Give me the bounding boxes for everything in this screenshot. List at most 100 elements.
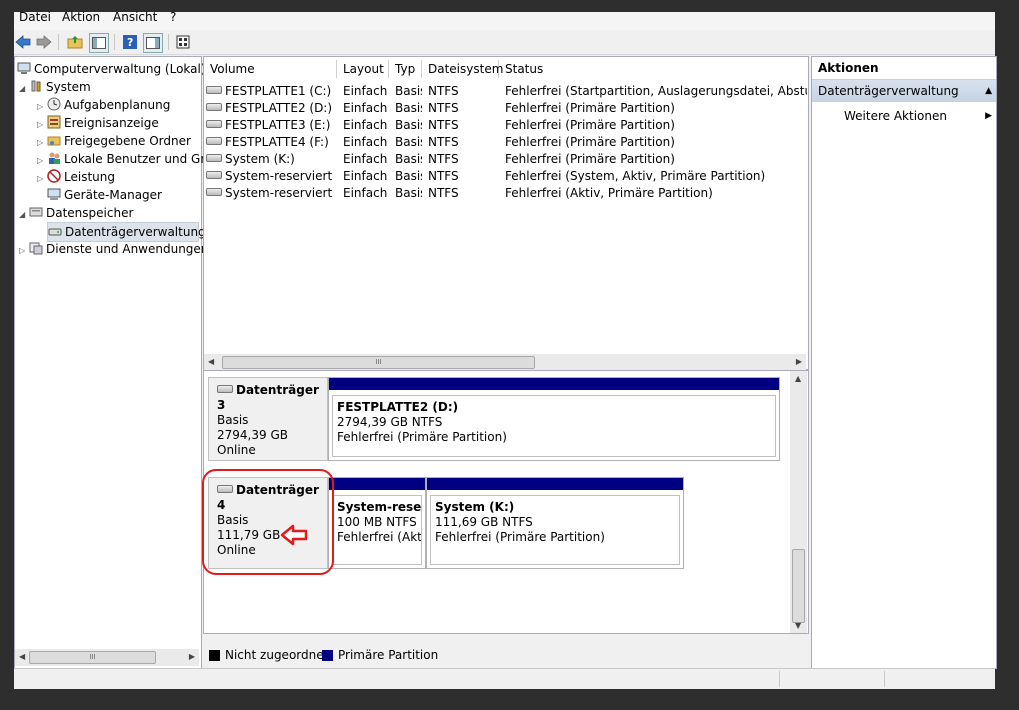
volume-name: FESTPLATTE3 (E:) — [225, 118, 331, 132]
partition-name: FESTPLATTE2 (D:) — [337, 400, 459, 414]
volume-list: Volume Layout Typ Dateisystem Status FES… — [203, 56, 809, 371]
scroll-right-arrow-icon[interactable]: ▶ — [796, 357, 802, 366]
partition-content: FESTPLATTE2 (D:) 2794,39 GB NTFS Fehlerf… — [332, 395, 776, 457]
menu-help[interactable]: ? — [170, 10, 176, 24]
show-hide-tree-icon[interactable] — [89, 33, 109, 53]
unallocated-swatch — [209, 650, 220, 661]
submenu-arrow-icon: ▶ — [985, 111, 992, 121]
volume-drive-icon — [206, 188, 222, 196]
dateisystem-cell: NTFS — [428, 169, 459, 183]
clock-icon — [47, 97, 61, 111]
volume-name: System-reserviert — [225, 169, 333, 183]
partition-system-k[interactable]: System (K:) 111,69 GB NTFS Fehlerfrei (P… — [426, 477, 684, 569]
scroll-left-arrow-icon[interactable]: ◀ — [19, 652, 25, 661]
show-hide-actions-icon[interactable] — [143, 33, 163, 53]
partition-festplatte2[interactable]: FESTPLATTE2 (D:) 2794,39 GB NTFS Fehlerf… — [328, 377, 780, 461]
partition-status: Fehlerfrei (Primäre Partition) — [435, 530, 605, 544]
properties-icon[interactable] — [174, 33, 192, 51]
volume-cell: FESTPLATTE1 (C:) — [206, 83, 337, 100]
scroll-left-arrow-icon[interactable]: ◀ — [208, 357, 214, 366]
disk-graphical-view: Datenträger 3 Basis 2794,39 GB Online FE… — [202, 370, 809, 634]
column-header-volume[interactable]: Volume — [204, 60, 337, 78]
tree-item-computerverwaltung[interactable]: Computerverwaltung (Lokal) — [17, 60, 206, 78]
tree-item-freigegebene-ordner[interactable]: ▷ Freigegebene Ordner — [37, 132, 191, 150]
layout-cell: Einfach — [343, 135, 388, 149]
tree-item-aufgabenplanung[interactable]: ▷ Aufgabenplanung — [37, 96, 170, 114]
primary-partition-bar — [329, 478, 425, 490]
status-cell: Fehlerfrei (Primäre Partition) — [505, 101, 675, 115]
partition-size: 111,69 GB NTFS — [435, 515, 533, 529]
tree-item-system[interactable]: ◢ System — [19, 78, 91, 96]
expanded-arrow-icon[interactable]: ◢ — [19, 206, 29, 224]
disk-management-icon — [48, 224, 62, 238]
layout-cell: Einfach — [343, 101, 388, 115]
dateisystem-cell: NTFS — [428, 101, 459, 115]
tree-label: Dienste und Anwendungen — [46, 242, 209, 256]
collapse-up-icon[interactable]: ▲ — [985, 80, 992, 102]
console-tree: Computerverwaltung (Lokal) ◢ System ▷ Aufg… — [14, 56, 213, 669]
action-weitere-aktionen[interactable]: Weitere Aktionen ▶ — [812, 105, 996, 127]
legend-unallocated: Nicht zugeordnet — [225, 648, 329, 662]
help-icon[interactable]: ? — [121, 33, 139, 51]
collapsed-arrow-icon[interactable]: ▷ — [19, 242, 29, 260]
legend-primary: Primäre Partition — [338, 648, 439, 662]
list-horizontal-scrollbar[interactable]: ◀ III ▶ — [204, 354, 806, 371]
tree-item-leistung[interactable]: ▷ Leistung — [37, 168, 115, 186]
layout-cell: Einfach — [343, 152, 388, 166]
back-icon[interactable] — [14, 33, 32, 51]
column-header-layout[interactable]: Layout — [337, 60, 389, 78]
tree-horizontal-scrollbar[interactable]: ◀ III ▶ — [15, 649, 199, 666]
primary-swatch — [322, 650, 333, 661]
tree-label: Computerverwaltung (Lokal) — [34, 62, 206, 76]
column-header-dateisystem[interactable]: Dateisystem — [422, 60, 503, 78]
layout-cell: Einfach — [343, 169, 388, 183]
forward-icon[interactable] — [35, 33, 53, 51]
dateisystem-cell: NTFS — [428, 84, 459, 98]
actions-section-datentraegerverwaltung[interactable]: Datenträgerverwaltung ▲ — [812, 80, 996, 102]
volume-drive-icon — [206, 154, 222, 162]
status-cell: Fehlerfrei (Primäre Partition) — [505, 118, 675, 132]
tree-label: Leistung — [64, 170, 115, 184]
shared-folder-icon — [47, 133, 61, 147]
tree-item-dienste[interactable]: ▷ Dienste und Anwendungen — [19, 240, 208, 258]
tree-item-geraete-manager[interactable]: Geräte-Manager — [47, 186, 162, 204]
status-divider — [779, 671, 780, 687]
menu-datei[interactable]: Datei — [19, 10, 51, 24]
tree-item-ereignisanzeige[interactable]: ▷ Ereignisanzeige — [37, 114, 159, 132]
tree-item-datenspeicher[interactable]: ◢ Datenspeicher — [19, 204, 133, 222]
collapsed-arrow-icon[interactable]: ▷ — [37, 170, 47, 188]
performance-icon — [47, 169, 61, 183]
menu-aktion[interactable]: Aktion — [62, 10, 100, 24]
expanded-arrow-icon[interactable]: ◢ — [19, 80, 29, 98]
services-icon — [29, 241, 43, 255]
users-icon — [47, 151, 61, 165]
column-header-status[interactable]: Status — [499, 60, 808, 78]
primary-partition-bar — [329, 378, 779, 390]
tree-label: Freigegebene Ordner — [64, 134, 191, 148]
column-header-typ[interactable]: Typ — [389, 60, 422, 78]
storage-icon — [29, 205, 43, 219]
toolbar-separator — [168, 34, 169, 50]
actions-header: Aktionen — [812, 57, 996, 80]
graph-vertical-scrollbar[interactable]: ▲ ▼ — [790, 371, 807, 633]
typ-cell: Basis — [395, 101, 422, 115]
tree-label: System — [46, 80, 91, 94]
disk-size: 2794,39 GB — [217, 428, 288, 442]
scroll-thumb[interactable]: III — [222, 356, 535, 369]
scroll-thumb[interactable]: III — [29, 651, 156, 664]
tree-label: Lokale Benutzer und Gru — [64, 152, 213, 166]
scroll-right-arrow-icon[interactable]: ▶ — [189, 652, 195, 661]
highlight-circle-annotation — [202, 469, 334, 575]
status-cell: Fehlerfrei (Aktiv, Primäre Partition) — [505, 186, 713, 200]
menu-ansicht[interactable]: Ansicht — [113, 10, 157, 24]
tree-item-datentraegerverwaltung[interactable]: Datenträgerverwaltung — [47, 222, 206, 242]
scroll-up-arrow-icon[interactable]: ▲ — [795, 374, 801, 383]
volume-cell: FESTPLATTE3 (E:) — [206, 117, 337, 134]
tree-label: Ereignisanzeige — [64, 116, 159, 130]
scroll-down-arrow-icon[interactable]: ▼ — [795, 621, 801, 630]
disk-label-3[interactable]: Datenträger 3 Basis 2794,39 GB Online — [208, 377, 328, 461]
partition-system-reserviert[interactable]: System-reserv 100 MB NTFS Fehlerfrei (Ak… — [328, 477, 426, 569]
up-folder-icon[interactable] — [66, 33, 84, 51]
scroll-thumb[interactable] — [792, 549, 805, 623]
tree-item-lokale-benutzer[interactable]: ▷ Lokale Benutzer und Gru — [37, 150, 213, 168]
